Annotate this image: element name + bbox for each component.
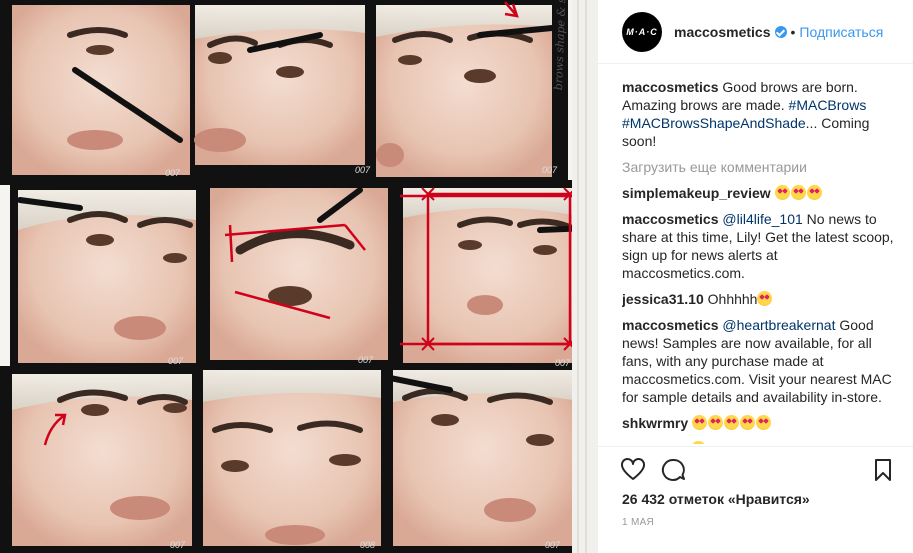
heart-eyes-emoji-icon: [790, 185, 806, 200]
comment-item: maccosmetics @lil4life_101 No news to sh…: [622, 210, 897, 282]
heart-icon[interactable]: [620, 457, 646, 483]
heart-eyes-emoji-icon: [774, 185, 790, 200]
hashtag-link[interactable]: #MACBrowsShapeAndShade: [622, 115, 806, 131]
comments-list[interactable]: maccosmetics Good brows are born. Amazin…: [622, 78, 897, 444]
heart-eyes-emoji-icon: [740, 415, 756, 430]
heart-eyes-emoji-icon: [757, 291, 773, 306]
action-icons: [620, 457, 896, 485]
frame-number: 007: [170, 540, 186, 550]
avatar-logo-text: M·A·C: [626, 26, 658, 37]
post-photo[interactable]: brows shape & shade 007 007 007 007 007 …: [0, 0, 597, 553]
comment-username[interactable]: catiashop: [622, 441, 687, 444]
header-username[interactable]: maccosmetics: [674, 24, 771, 40]
follow-button[interactable]: Подписаться: [799, 24, 883, 40]
bookmark-icon[interactable]: [870, 457, 896, 483]
comment-item: simplemakeup_review: [622, 184, 897, 202]
frame-number: 007: [165, 168, 181, 178]
post-caption: maccosmetics Good brows are born. Amazin…: [622, 78, 897, 150]
instagram-post: brows shape & shade 007 007 007 007 007 …: [0, 0, 913, 553]
mention-link[interactable]: @heartbreakernat: [722, 317, 835, 333]
post-side-panel: M·A·C maccosmetics • Подписаться maccosm…: [597, 0, 913, 553]
comment-username[interactable]: shkwrmry: [622, 415, 688, 431]
comment-username[interactable]: simplemakeup_review: [622, 185, 771, 201]
comment-item: jessica31.10 Ohhhhh: [622, 290, 897, 308]
comment-icon[interactable]: [660, 457, 686, 483]
post-date[interactable]: 1 МАЯ: [622, 517, 654, 528]
likes-count[interactable]: 26 432 отметок «Нравится»: [622, 491, 810, 507]
comment-username[interactable]: maccosmetics: [622, 211, 719, 227]
comment-text: Ohhhhh: [707, 291, 758, 307]
separator-dot: •: [790, 23, 796, 40]
photo-collage: [0, 0, 597, 553]
frame-number: 007: [355, 165, 371, 175]
hashtag-link[interactable]: #MACBrows: [789, 97, 867, 113]
frame-number: 008: [360, 540, 376, 550]
heart-eyes-emoji-icon: [691, 441, 707, 444]
comment-item: catiashop: [622, 440, 897, 444]
verified-badge-icon: [774, 25, 787, 38]
frame-number: 007: [168, 356, 184, 366]
heart-eyes-emoji-icon: [724, 415, 740, 430]
frame-number: 007: [358, 355, 374, 365]
frame-number: 007: [542, 165, 558, 175]
heart-eyes-emoji-icon: [692, 415, 708, 430]
comment-item: shkwrmry: [622, 414, 897, 432]
frame-number: 007: [555, 358, 571, 368]
comment-username[interactable]: jessica31.10: [622, 291, 704, 307]
avatar[interactable]: M·A·C: [622, 11, 662, 52]
heart-eyes-emoji-icon: [756, 415, 772, 430]
post-header: M·A·C maccosmetics • Подписаться: [598, 0, 913, 64]
mention-link[interactable]: @lil4life_101: [722, 211, 802, 227]
caption-username[interactable]: maccosmetics: [622, 79, 719, 95]
frame-number: 007: [545, 540, 561, 550]
heart-eyes-emoji-icon: [806, 185, 822, 200]
comment-item: maccosmetics @heartbreakernat Good news!…: [622, 316, 897, 406]
post-actions: 26 432 отметок «Нравится» 1 МАЯ: [598, 446, 913, 528]
comment-username[interactable]: maccosmetics: [622, 317, 719, 333]
heart-eyes-emoji-icon: [708, 415, 724, 430]
load-more-comments-link[interactable]: Загрузить еще комментарии: [622, 158, 897, 176]
